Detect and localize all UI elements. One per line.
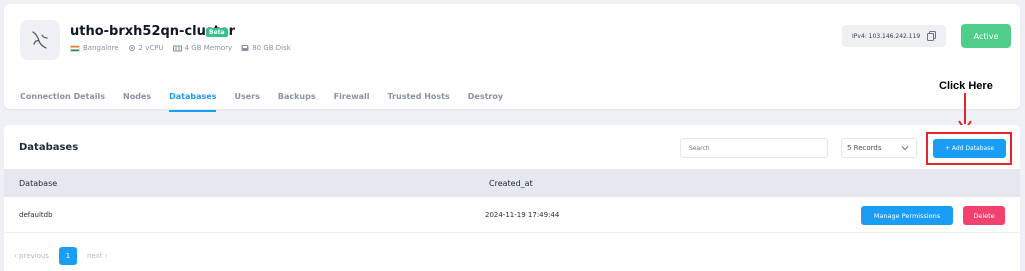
delete-button[interactable]: Delete (963, 206, 1005, 225)
next-page-link[interactable]: next › (87, 252, 108, 260)
mysql-dolphin-icon (20, 20, 60, 60)
page-number-button[interactable]: 1 (58, 247, 77, 265)
spec-memory: 4 GB Memory (172, 44, 233, 52)
cpu-icon (128, 45, 135, 51)
databases-card: Databases 5 Records + Add Database Datab… (4, 125, 1020, 271)
tab-bar: Connection Details Nodes Databases Users… (20, 92, 521, 112)
created-at-value: 2024-11-19 17:49:44 (485, 211, 560, 219)
records-select-value: 5 Records (847, 144, 882, 152)
manage-permissions-button[interactable]: Manage Permissions (861, 206, 953, 225)
status-active-button[interactable]: Active (961, 24, 1011, 48)
chevron-down-icon (901, 146, 909, 151)
click-here-annotation: Click Here (939, 80, 993, 92)
pagination: ‹ previous 1 next › (14, 247, 108, 265)
copy-icon[interactable] (927, 31, 937, 41)
cluster-specs: Bangalore 2 vCPU 4 GB Memory 80 GB Disk (70, 44, 291, 52)
column-header-database: Database (19, 179, 58, 188)
cpu-label: 2 vCPU (138, 44, 164, 52)
disk-label: 80 GB Disk (252, 44, 291, 52)
previous-page-link[interactable]: ‹ previous (14, 252, 49, 260)
databases-title: Databases (19, 142, 79, 153)
tab-trusted-hosts[interactable]: Trusted Hosts (387, 92, 449, 109)
memory-label: 4 GB Memory (184, 44, 233, 52)
table-row: defaultdb 2024-11-19 17:49:44 Manage Per… (4, 197, 1020, 233)
spec-disk: 80 GB Disk (241, 44, 291, 52)
add-database-highlight: + Add Database (926, 132, 1012, 165)
memory-icon (172, 45, 182, 51)
tab-databases[interactable]: Databases (169, 92, 217, 112)
cluster-header-card: utho-brxh52qn-cluster Beta Bangalore 2 v… (4, 4, 1020, 112)
table-header: Database Created_at (4, 169, 1020, 197)
spec-cpu: 2 vCPU (128, 44, 164, 52)
tab-connection-details[interactable]: Connection Details (20, 92, 105, 109)
tab-backups[interactable]: Backups (278, 92, 316, 109)
search-input[interactable] (680, 138, 828, 158)
tab-nodes[interactable]: Nodes (123, 92, 151, 109)
tab-destroy[interactable]: Destroy (468, 92, 503, 109)
spec-location: Bangalore (70, 44, 119, 52)
location-label: Bangalore (83, 44, 119, 52)
disk-icon (241, 45, 249, 51)
database-name: defaultdb (19, 211, 53, 219)
tab-firewall[interactable]: Firewall (334, 92, 370, 109)
india-flag-icon (70, 44, 80, 52)
column-header-created-at: Created_at (489, 179, 533, 188)
beta-badge: Beta (206, 28, 228, 37)
tab-users[interactable]: Users (234, 92, 259, 109)
records-per-page-select[interactable]: 5 Records (841, 138, 917, 158)
ip-address-box: IPv4: 103.146.242.119 (842, 25, 946, 47)
add-database-button[interactable]: + Add Database (933, 139, 1006, 158)
ip-label: IPv4: 103.146.242.119 (852, 32, 921, 40)
